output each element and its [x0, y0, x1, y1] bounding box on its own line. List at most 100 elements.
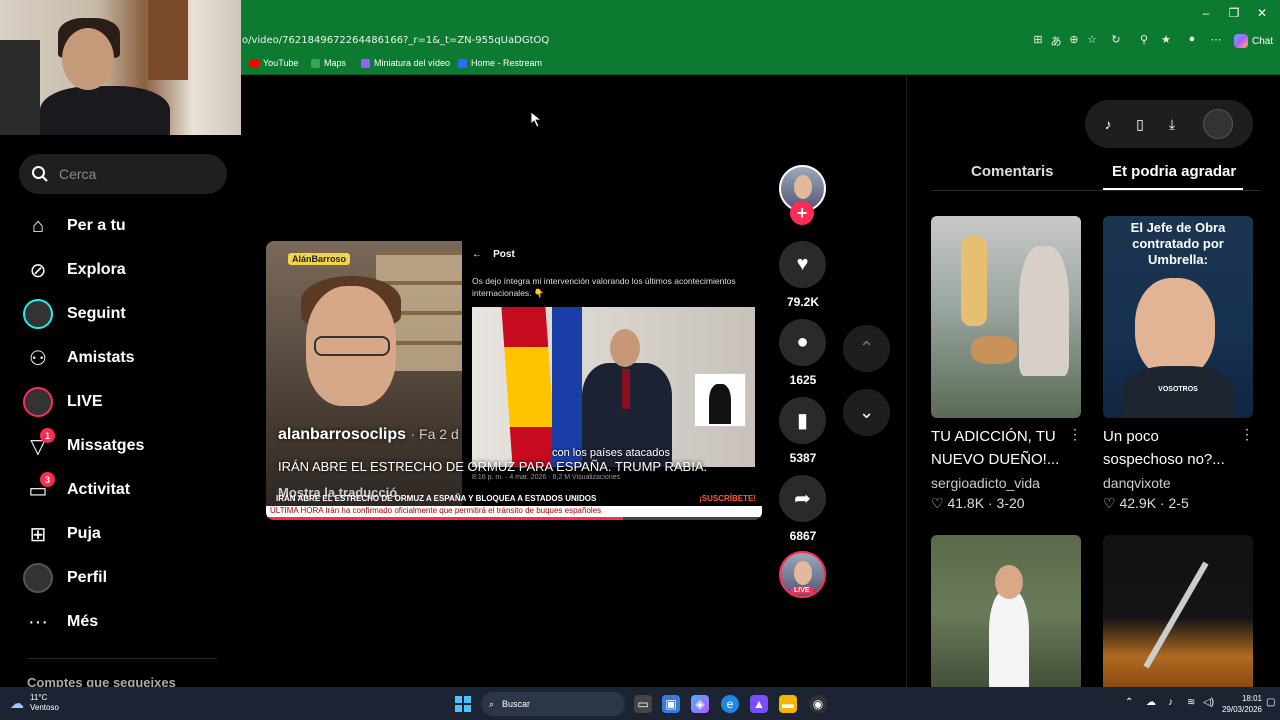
temperature: 11°C: [30, 693, 48, 702]
sidebar-item-for-you[interactable]: ⌂ Per a tu: [23, 210, 126, 242]
bookmark-label: Home - Restream: [471, 58, 543, 68]
file-explorer-icon[interactable]: ▬: [779, 695, 797, 713]
sidebar-item-messages[interactable]: ▽ 1 Missatges: [23, 428, 145, 462]
suggested-video-thumbnail[interactable]: [1103, 535, 1253, 687]
close-icon[interactable]: ✕: [1252, 6, 1272, 20]
sidebar-item-profile[interactable]: Perfil: [23, 562, 107, 594]
bookmark-restream[interactable]: Home - Restream: [458, 58, 542, 68]
suggested-video-title[interactable]: TU ADICCIÓN, TU NUEVO DUEÑO!...: [931, 425, 1071, 471]
menu-dots-icon[interactable]: ⋯: [1208, 33, 1224, 46]
download-icon[interactable]: ⤓: [1163, 115, 1181, 133]
search-icon: ⌕: [489, 698, 495, 709]
weather-condition: Ventoso: [30, 703, 59, 712]
bookmark-icon: ▮: [796, 410, 808, 432]
more-options-icon[interactable]: ⋮: [1068, 426, 1082, 443]
share-button[interactable]: ➦: [779, 475, 826, 522]
task-view-icon[interactable]: ▭: [634, 695, 652, 713]
search-input[interactable]: Cerca: [19, 154, 227, 194]
chevron-down-icon: ⌄: [858, 402, 875, 422]
video-author[interactable]: alanbarrosoclips · Fa 2 d: [278, 426, 459, 444]
copilot-icon: [1234, 34, 1248, 48]
suggested-video-thumbnail[interactable]: [931, 216, 1081, 418]
refresh-icon[interactable]: ↻: [1108, 33, 1124, 46]
suggested-video-thumbnail[interactable]: El Jefe de Obra contratado por Umbrella:…: [1103, 216, 1253, 418]
webcam-door: [148, 0, 188, 80]
taskbar-search[interactable]: ⌕ Buscar: [481, 692, 625, 716]
more-options-icon[interactable]: ⋮: [1240, 426, 1254, 443]
windows-start-icon[interactable]: [455, 696, 471, 712]
sidebar-item-label: Activitat: [67, 481, 131, 498]
chevron-up-icon: ⌃: [858, 338, 875, 358]
restore-icon[interactable]: ❐: [1224, 6, 1244, 20]
bookmark-maps[interactable]: Maps: [311, 58, 346, 68]
suggested-video-user[interactable]: sergioadicto_vida: [931, 475, 1040, 491]
tab-baseline: [931, 190, 1261, 191]
zoom-icon[interactable]: ⊕: [1066, 33, 1082, 46]
sidebar-item-activity[interactable]: ▭ 3 Activitat: [23, 472, 131, 506]
post-image: [472, 307, 755, 467]
phone-icon[interactable]: ▯: [1131, 115, 1149, 133]
suggested-video-thumbnail[interactable]: [931, 535, 1081, 687]
upload-icon: ⊞: [29, 523, 47, 546]
follow-button[interactable]: +: [790, 201, 814, 225]
comment-button[interactable]: ●: [779, 319, 826, 366]
share-arrow-icon: ➦: [794, 488, 811, 510]
webcam-chair: [0, 40, 40, 135]
restream-icon: [458, 58, 467, 68]
user-avatar[interactable]: [1203, 109, 1233, 139]
translate-icon[interactable]: あ: [1048, 33, 1064, 49]
microphone-icon[interactable]: ♪: [1168, 697, 1173, 708]
eu-flag: [552, 307, 582, 467]
edge-icon[interactable]: e: [721, 695, 739, 713]
video-progress-bar[interactable]: [266, 517, 762, 520]
app-icon[interactable]: ▲: [750, 695, 768, 713]
suggested-video-user[interactable]: danqvixote: [1103, 475, 1171, 491]
cloud-icon[interactable]: ☁: [1146, 697, 1156, 708]
profile-avatar-icon[interactable]: ●: [1184, 33, 1200, 45]
bookmark-thumbnail[interactable]: Miniatura del vídeo: [361, 58, 450, 68]
sidebar-item-more[interactable]: ··· Més: [23, 606, 98, 638]
save-button[interactable]: ▮: [779, 397, 826, 444]
sidebar-item-label: Missatges: [67, 437, 145, 454]
author-username[interactable]: alanbarrosoclips: [278, 426, 406, 443]
bookmark-label: YouTube: [263, 58, 299, 68]
post-text: Os dejo íntegra mi intervención valorand…: [472, 276, 736, 298]
tray-chevron-icon[interactable]: ⌃: [1125, 697, 1133, 708]
favorites-icon[interactable]: ★: [1158, 33, 1174, 46]
next-video-button[interactable]: ⌄: [843, 389, 890, 436]
like-button[interactable]: ♥: [779, 241, 826, 288]
weather-widget[interactable]: ☁ 11°C Ventoso: [10, 693, 59, 713]
sidebar-item-friends[interactable]: ⚇ Amistats: [23, 342, 135, 374]
windows-taskbar: ☁ 11°C Ventoso ⌕ Buscar ▭ ▣ ◈ e ▲ ▬ ◉ ⌃ …: [0, 687, 1280, 720]
sidebar-item-live[interactable]: LIVE: [23, 386, 103, 418]
sidebar-item-label: Explora: [67, 261, 126, 278]
sidebar-item-following[interactable]: Seguint: [23, 298, 126, 330]
notifications-icon[interactable]: ▢: [1266, 697, 1275, 708]
tab-you-may-like[interactable]: Et podria agradar: [1112, 163, 1236, 180]
previous-video-button[interactable]: ⌃: [843, 325, 890, 372]
video-player[interactable]: AlánBarroso ← Post Os dejo íntegra mi in…: [266, 241, 762, 520]
progress-fill: [266, 517, 624, 520]
tiktok-icon[interactable]: ♪: [1099, 115, 1117, 133]
system-clock[interactable]: 18:01 29/03/2026: [1202, 693, 1262, 715]
notification-badge: 1: [40, 428, 55, 443]
bookmark-youtube[interactable]: YouTube: [250, 58, 298, 68]
favorite-star-icon[interactable]: ☆: [1084, 33, 1100, 46]
extensions-icon[interactable]: ⚲: [1136, 33, 1152, 46]
bookmark-label: Maps: [324, 58, 347, 68]
sidebar-item-explore[interactable]: ⊘ Explora: [23, 254, 126, 286]
minimize-icon[interactable]: –: [1196, 6, 1216, 20]
store-icon[interactable]: ▣: [662, 695, 680, 713]
weather-text: 11°C Ventoso: [30, 693, 59, 713]
copilot-app-icon[interactable]: ◈: [691, 695, 709, 713]
messages-icon: ▽ 1: [23, 428, 55, 461]
apps-icon[interactable]: ⊞: [1030, 33, 1046, 46]
recording-app-icon[interactable]: ◉: [809, 695, 827, 713]
sidebar-item-label: LIVE: [67, 393, 103, 410]
copilot-chat-button[interactable]: Chat: [1234, 32, 1273, 50]
wifi-icon[interactable]: ≋: [1187, 697, 1195, 708]
suggested-video-title[interactable]: Un poco sospechoso no?...: [1103, 425, 1243, 471]
sidebar-item-upload[interactable]: ⊞ Puja: [23, 518, 101, 550]
tab-comments[interactable]: Comentaris: [971, 163, 1054, 180]
url-text[interactable]: o/video/7621849672264486166?_r=1&_t=ZN-9…: [242, 35, 549, 46]
